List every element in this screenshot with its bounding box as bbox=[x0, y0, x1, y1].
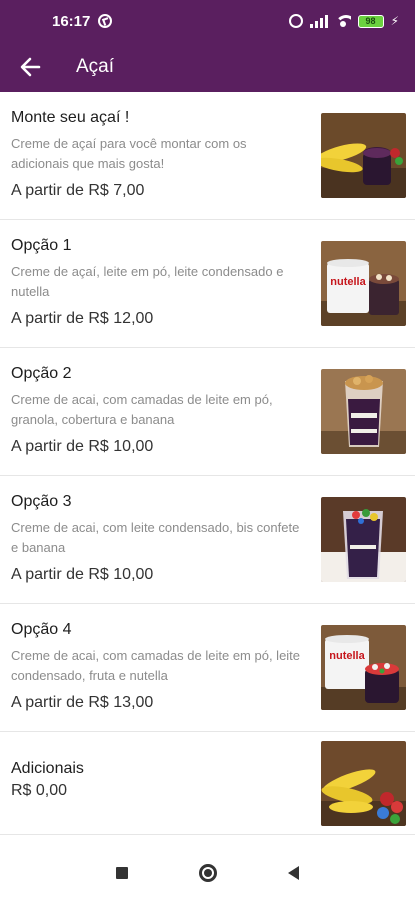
product-item-opcao-4[interactable]: Opção 4 Creme de acai, com camadas de le… bbox=[0, 604, 415, 732]
product-item-opcao-3[interactable]: Opção 3 Creme de acai, com leite condens… bbox=[0, 476, 415, 604]
app-bar: Açaí bbox=[0, 42, 415, 92]
status-left: 16:17 bbox=[52, 12, 113, 30]
status-bar: 16:17 98 ⚡ bbox=[0, 0, 415, 42]
arrow-left-icon bbox=[20, 57, 41, 77]
product-name: Opção 4 bbox=[11, 621, 72, 638]
product-description: Creme de acai, com leite condensado, bis… bbox=[11, 520, 300, 555]
nav-back-button[interactable] bbox=[251, 846, 337, 900]
nav-recent-apps-button[interactable] bbox=[79, 846, 165, 900]
product-description: Creme de açaí, leite em pó, leite conden… bbox=[11, 264, 284, 299]
product-list: Monte seu açaí ! Creme de açaí para você… bbox=[0, 92, 415, 835]
page-title: Açaí bbox=[76, 56, 115, 77]
triangle-back-icon bbox=[288, 866, 299, 880]
product-item-adicionais[interactable]: Adicionais R$ 0,00 bbox=[0, 732, 415, 835]
app-notification-icon bbox=[98, 14, 113, 28]
product-name: Opção 3 bbox=[11, 493, 72, 510]
product-item-opcao-2[interactable]: Opção 2 Creme de acai, com camadas de le… bbox=[0, 348, 415, 476]
wifi-icon bbox=[334, 15, 351, 27]
battery-icon: 98 bbox=[357, 14, 384, 28]
product-price: A partir de R$ 13,00 bbox=[11, 694, 154, 711]
product-image: nutella bbox=[321, 625, 406, 710]
battery-level: 98 bbox=[365, 16, 376, 26]
alarm-icon bbox=[288, 14, 303, 28]
system-nav-bar bbox=[0, 846, 415, 900]
charging-icon: ⚡ bbox=[390, 14, 399, 28]
square-icon bbox=[115, 867, 128, 879]
product-price: A partir de R$ 12,00 bbox=[11, 310, 154, 327]
product-name: Adicionais bbox=[11, 760, 84, 777]
product-price: A partir de R$ 10,00 bbox=[11, 438, 154, 455]
product-description: Creme de acai, com camadas de leite em p… bbox=[11, 392, 273, 427]
product-image bbox=[321, 741, 406, 826]
thumb-nutella-text: nutella bbox=[330, 276, 366, 288]
circle-icon bbox=[198, 864, 217, 882]
product-description: Creme de acai, com camadas de leite em p… bbox=[11, 648, 301, 683]
thumb-nutella-text: nutella bbox=[329, 650, 365, 662]
product-item-monte-seu-acai[interactable]: Monte seu açaí ! Creme de açaí para você… bbox=[0, 92, 415, 220]
product-name: Opção 2 bbox=[11, 365, 72, 382]
product-name: Monte seu açaí ! bbox=[11, 109, 130, 126]
status-right: 98 ⚡ bbox=[288, 14, 399, 28]
product-image bbox=[321, 113, 406, 198]
product-description: Creme de açaí para você montar com os ad… bbox=[11, 136, 247, 171]
product-price: R$ 0,00 bbox=[11, 782, 68, 799]
status-time: 16:17 bbox=[52, 12, 91, 30]
signal-icon bbox=[309, 14, 328, 28]
product-price: A partir de R$ 10,00 bbox=[11, 566, 154, 583]
product-image bbox=[321, 497, 406, 582]
nav-home-button[interactable] bbox=[165, 846, 251, 900]
product-price: A partir de R$ 7,00 bbox=[11, 182, 145, 199]
product-image: nutella bbox=[321, 241, 406, 326]
product-item-opcao-1[interactable]: Opção 1 Creme de açaí, leite em pó, leit… bbox=[0, 220, 415, 348]
back-button[interactable] bbox=[0, 42, 60, 92]
product-name: Opção 1 bbox=[11, 237, 72, 254]
product-image bbox=[321, 369, 406, 454]
